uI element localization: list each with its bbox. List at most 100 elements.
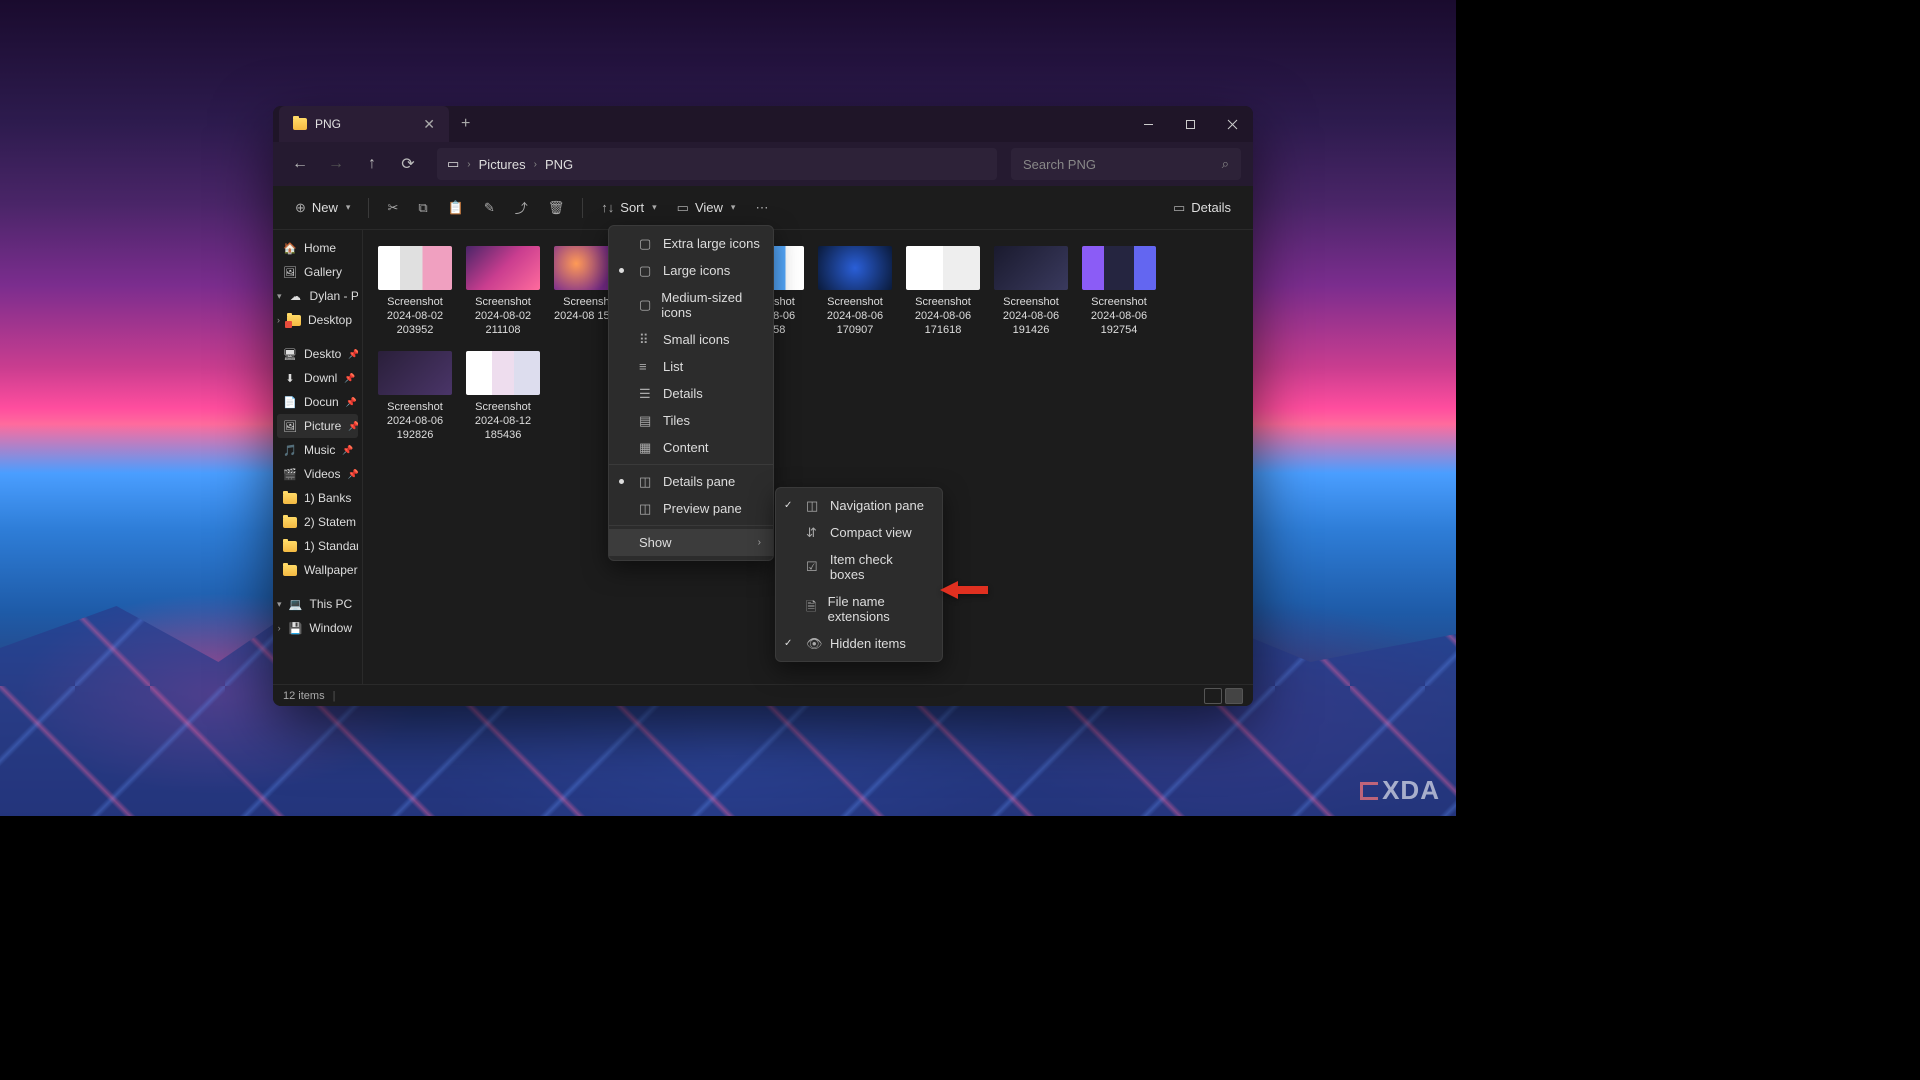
sidebar-item-downloads[interactable]: ⬇Downl📌 (277, 366, 358, 390)
menu-item-preview-pane[interactable]: ◫Preview pane (609, 495, 773, 522)
file-item[interactable]: Screenshot 2024-08-06 192826 (373, 347, 457, 446)
more-button[interactable]: ⋯ (747, 193, 776, 223)
menu-item-hidden-items[interactable]: ✓👁Hidden items (776, 630, 942, 657)
menu-label: Large icons (663, 263, 730, 278)
cloud-icon: ☁ (289, 289, 303, 303)
menu-label: Tiles (663, 413, 690, 428)
folder-icon (283, 493, 297, 504)
menu-item-show[interactable]: Show› (609, 529, 773, 556)
minimize-button[interactable] (1127, 106, 1169, 142)
sidebar-label: 1) Standar (304, 539, 358, 553)
back-button[interactable]: ← (285, 149, 315, 179)
forward-button[interactable]: → (321, 149, 351, 179)
chevron-right-icon[interactable]: › (277, 623, 281, 633)
chevron-right-icon[interactable]: › (277, 315, 280, 325)
plus-circle-icon: ⊕ (295, 200, 306, 216)
menu-item-tiles[interactable]: ▤Tiles (609, 407, 773, 434)
share-button[interactable]: ⤴ (507, 193, 536, 223)
sidebar-item-documents[interactable]: 📄Docun📌 (277, 390, 358, 414)
breadcrumb-item[interactable]: Pictures (479, 157, 526, 172)
pin-icon: 📌 (348, 349, 358, 360)
sidebar-label: Deskto (304, 347, 341, 361)
new-tab-button[interactable]: + (449, 115, 482, 133)
menu-item-compact-view[interactable]: ⇵Compact view (776, 519, 942, 546)
menu-item-checkboxes[interactable]: ☑Item check boxes (776, 546, 942, 588)
menu-item-large-icons[interactable]: ▢Large icons (609, 257, 773, 284)
chevron-down-icon[interactable]: ▾ (277, 291, 282, 302)
file-item[interactable]: Screenshot 2024-08-06 171618 (901, 242, 985, 341)
new-button[interactable]: ⊕New▾ (287, 193, 358, 223)
maximize-button[interactable] (1169, 106, 1211, 142)
file-item[interactable]: Screenshot 2024-08-02 211108 (461, 242, 545, 341)
chevron-down-icon[interactable]: ▾ (277, 599, 282, 610)
sidebar-item-videos[interactable]: 🎬Videos📌 (277, 462, 358, 486)
menu-item-list[interactable]: ≡List (609, 353, 773, 380)
view-label: View (695, 200, 723, 215)
folder-icon (293, 118, 307, 130)
paste-button[interactable]: 📋 (440, 193, 472, 223)
menu-label: Preview pane (663, 501, 742, 516)
menu-item-navigation-pane[interactable]: ✓◫Navigation pane (776, 492, 942, 519)
sort-button[interactable]: ↑↓Sort▾ (593, 193, 664, 223)
delete-button[interactable]: 🗑 (540, 193, 573, 223)
sidebar-item-desktop2[interactable]: 🖥 Deskto 📌 (277, 342, 358, 366)
folder-icon (283, 541, 297, 552)
sidebar-item-folder[interactable]: 1) Standar (277, 534, 358, 558)
rename-button[interactable]: ✎ (476, 193, 503, 223)
file-item[interactable]: Screenshot 2024-08-12 185436 (461, 347, 545, 446)
details-view-icon[interactable] (1204, 688, 1222, 704)
file-icon: 🗎 (806, 602, 818, 616)
titlebar: PNG ✕ + (273, 106, 1253, 142)
close-button[interactable] (1211, 106, 1253, 142)
breadcrumb-item[interactable]: PNG (545, 157, 573, 172)
show-submenu: ✓◫Navigation pane ⇵Compact view ☑Item ch… (775, 487, 943, 662)
file-item[interactable]: Screenshot 2024-08-06 192754 (1077, 242, 1161, 341)
file-name-label: Screenshot 2024-08-12 185436 (465, 401, 541, 442)
tab-close-button[interactable]: ✕ (423, 116, 435, 133)
trash-icon: 🗑 (548, 200, 565, 216)
sidebar-label: 1) Banks (304, 491, 351, 505)
details-panel-button[interactable]: ▭Details (1165, 193, 1239, 223)
menu-label: Hidden items (830, 636, 906, 651)
file-item[interactable]: Screenshot 2024-08-06 170907 (813, 242, 897, 341)
file-thumbnail (994, 246, 1068, 290)
sidebar-item-folder[interactable]: 1) Banks (277, 486, 358, 510)
sidebar-item-thispc[interactable]: ▾💻This PC (277, 592, 358, 616)
folder-icon (283, 517, 297, 528)
details-label: Details (1191, 200, 1231, 215)
sidebar-item-onedrive[interactable]: ▾☁Dylan - Pe (277, 284, 358, 308)
menu-item-details-pane[interactable]: ◫Details pane (609, 468, 773, 495)
sidebar-item-folder[interactable]: 2) Statem (277, 510, 358, 534)
sidebar-item-folder[interactable]: Wallpaper (277, 558, 358, 582)
sidebar-item-drive[interactable]: ›💾Window (277, 616, 358, 640)
bullet-icon (619, 479, 624, 484)
view-button[interactable]: ▭View▾ (669, 193, 744, 223)
search-input[interactable]: Search PNG ⌕ (1011, 148, 1241, 180)
sidebar-item-home[interactable]: 🏠Home (277, 236, 358, 260)
menu-item-extra-large-icons[interactable]: ▢Extra large icons (609, 230, 773, 257)
address-bar[interactable]: ▭ › Pictures › PNG (437, 148, 997, 180)
menu-item-content[interactable]: ▦Content (609, 434, 773, 461)
menu-item-file-extensions[interactable]: 🗎File name extensions (776, 588, 942, 630)
thumbnails-view-icon[interactable] (1225, 688, 1243, 704)
desktop-icon: 🖥 (283, 347, 297, 361)
refresh-button[interactable]: ⟳ (393, 149, 423, 179)
cut-button[interactable]: ✂ (379, 193, 406, 223)
active-tab[interactable]: PNG ✕ (279, 106, 449, 142)
menu-item-details[interactable]: ☰Details (609, 380, 773, 407)
file-item[interactable]: Screenshot 2024-08-06 191426 (989, 242, 1073, 341)
menu-item-medium-icons[interactable]: ▢Medium-sized icons (609, 284, 773, 326)
copy-button[interactable]: ⧉ (410, 193, 435, 223)
sidebar-label: Docun (304, 395, 339, 409)
sidebar-label: Picture (304, 419, 341, 433)
sidebar-item-desktop[interactable]: ›Desktop (277, 308, 358, 332)
sidebar-item-pictures[interactable]: 🖼Picture📌 (277, 414, 358, 438)
up-button[interactable]: ↑ (357, 149, 387, 179)
sidebar-item-gallery[interactable]: 🖼Gallery (277, 260, 358, 284)
sidebar-item-music[interactable]: 🎵Music📌 (277, 438, 358, 462)
command-bar: ⊕New▾ ✂ ⧉ 📋 ✎ ⤴ 🗑 ↑↓Sort▾ ▭View▾ ⋯ ▭Deta… (273, 186, 1253, 230)
menu-label: Details pane (663, 474, 735, 489)
menu-item-small-icons[interactable]: ⠿Small icons (609, 326, 773, 353)
file-item[interactable]: Screenshot 2024-08-02 203952 (373, 242, 457, 341)
sidebar-label: Home (304, 241, 336, 255)
